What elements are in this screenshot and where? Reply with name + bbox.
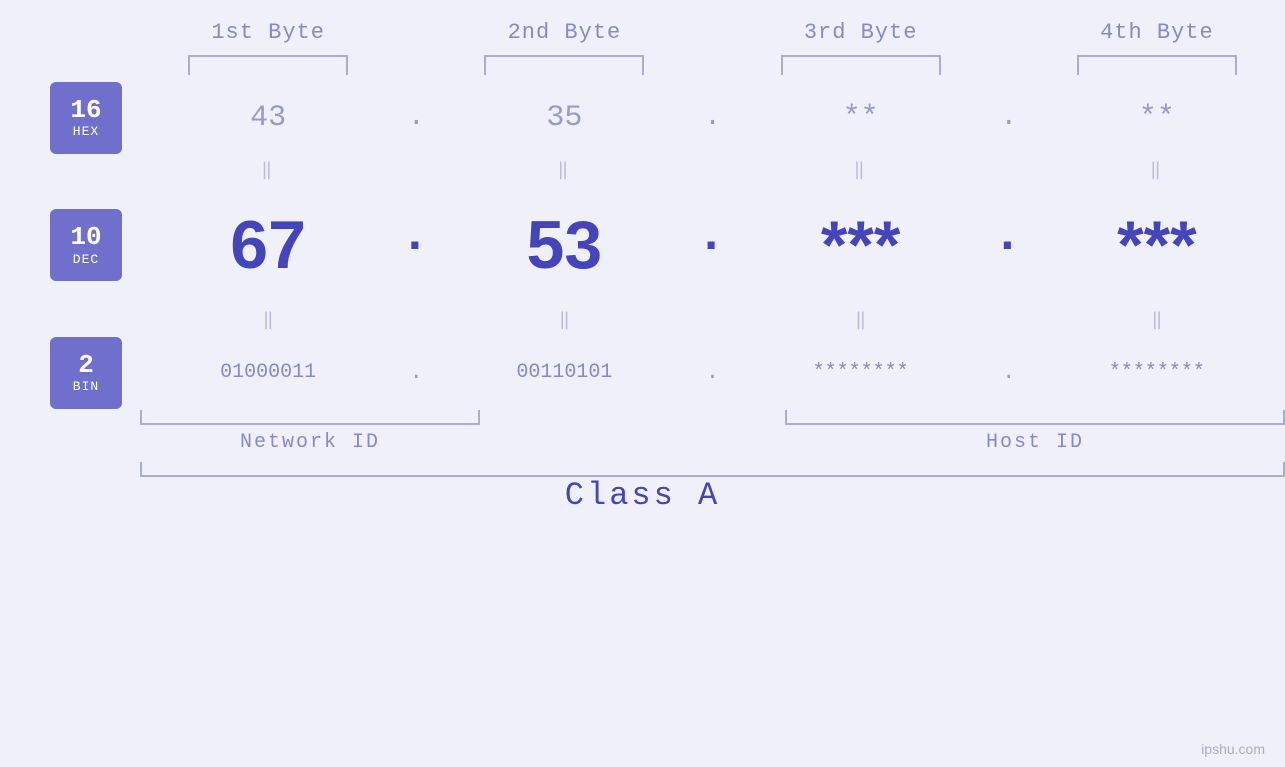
bin-b2: 00110101 <box>436 361 692 384</box>
equals-row-1: ‖ ‖ ‖ ‖ <box>0 150 1285 190</box>
dot-bin-3: . <box>989 360 1029 385</box>
dec-b2: 53 <box>436 206 692 284</box>
labels-row: Network ID Host ID <box>0 431 1285 454</box>
hex-row: 16 HEX 43 . 35 . ** . ** <box>0 85 1285 150</box>
bin-row: 2 BIN 01000011 . 00110101 . ******** . *… <box>0 340 1285 405</box>
dec-b4: *** <box>1029 206 1285 284</box>
dot-dec-3: · <box>989 216 1029 274</box>
network-bracket <box>140 410 480 425</box>
eq1-b2: ‖ <box>436 159 692 181</box>
byte-headers: 1st Byte 2nd Byte 3rd Byte 4th Byte <box>0 20 1285 45</box>
badge-bin: 2 BIN <box>50 337 122 409</box>
dot-hex-1: . <box>396 102 436 133</box>
badge-dec: 10 DEC <box>50 209 122 281</box>
dot-bin-2: . <box>693 360 733 385</box>
dot-hex-3: . <box>989 102 1029 133</box>
dec-row: 10 DEC 67 · 53 · *** · *** <box>0 190 1285 300</box>
top-brackets <box>0 55 1285 75</box>
header-byte3: 3rd Byte <box>733 20 989 45</box>
hex-b4: ** <box>1029 101 1285 135</box>
host-id-label: Host ID <box>785 431 1285 454</box>
watermark: ipshu.com <box>1201 741 1265 757</box>
hex-b1: 43 <box>140 101 396 135</box>
outer-bracket <box>140 462 1285 477</box>
header-byte4: 4th Byte <box>1029 20 1285 45</box>
dot-bin-1: . <box>396 360 436 385</box>
network-id-label: Network ID <box>140 431 480 454</box>
eq2-b2: ‖ <box>436 309 692 331</box>
dot-dec-1: · <box>396 216 436 274</box>
main-container: 1st Byte 2nd Byte 3rd Byte 4th Byte 16 <box>0 0 1285 767</box>
bracket-top-1 <box>140 55 396 75</box>
eq2-b4: ‖ <box>1029 309 1285 331</box>
dec-b3: *** <box>733 206 989 284</box>
eq2-b3: ‖ <box>733 309 989 331</box>
dot-dec-2: · <box>693 216 733 274</box>
eq1-b4: ‖ <box>1029 159 1285 181</box>
header-byte1: 1st Byte <box>140 20 396 45</box>
bracket-top-2 <box>436 55 692 75</box>
dec-b1: 67 <box>140 206 396 284</box>
bin-b4: ******** <box>1029 361 1285 384</box>
bracket-top-4 <box>1029 55 1285 75</box>
hex-b3: ** <box>733 101 989 135</box>
badge-hex: 16 HEX <box>50 82 122 154</box>
header-byte2: 2nd Byte <box>436 20 692 45</box>
rows-wrapper: 16 HEX 43 . 35 . ** . ** ‖ ‖ ‖ ‖ 10 <box>0 85 1285 514</box>
class-label: Class A <box>0 477 1285 514</box>
bottom-brackets <box>0 410 1285 425</box>
equals-row-2: ‖ ‖ ‖ ‖ <box>0 300 1285 340</box>
bin-b1: 01000011 <box>140 361 396 384</box>
dot-hex-2: . <box>693 102 733 133</box>
bin-b3: ******** <box>733 361 989 384</box>
hex-b2: 35 <box>436 101 692 135</box>
eq1-b3: ‖ <box>733 159 989 181</box>
eq2-b1: ‖ <box>140 309 396 331</box>
host-bracket <box>785 410 1285 425</box>
eq1-b1: ‖ <box>140 159 396 181</box>
bracket-top-3 <box>733 55 989 75</box>
